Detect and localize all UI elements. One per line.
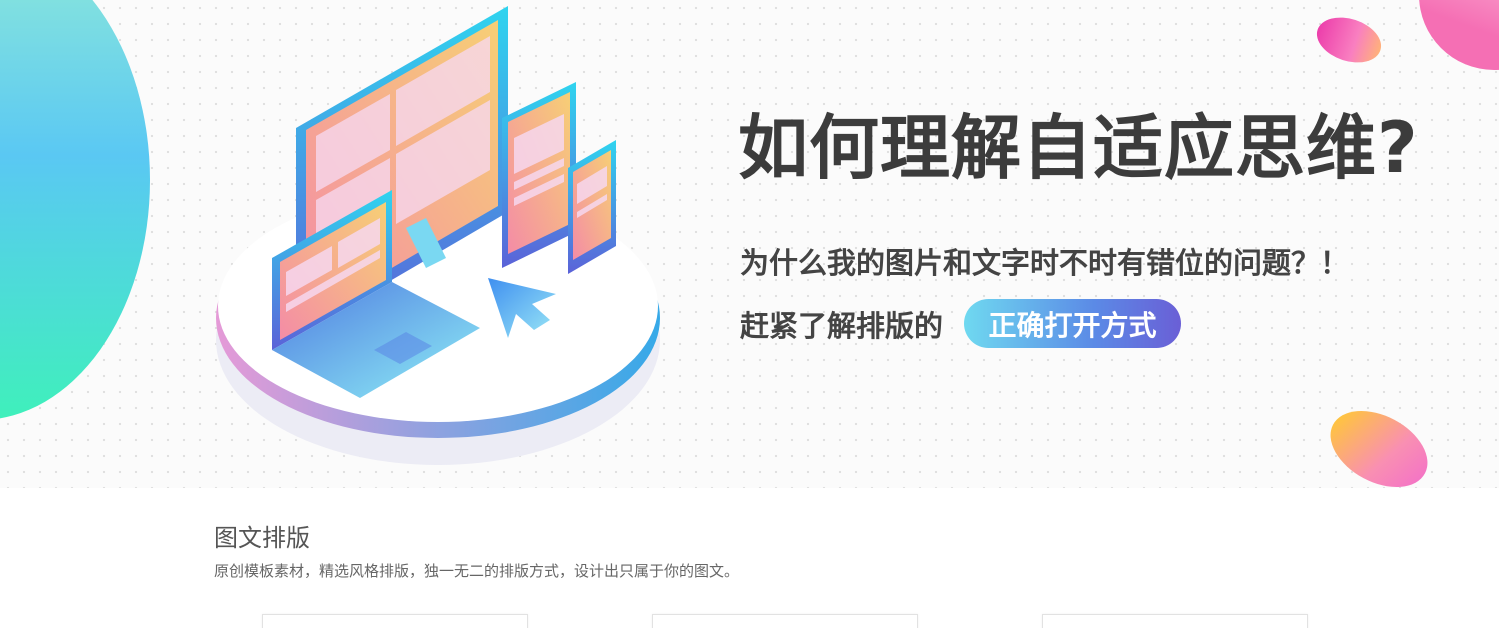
template-card[interactable] bbox=[652, 614, 918, 628]
section-description: 原创模板素材，精选风格排版，独一无二的排版方式，设计出只属于你的图文。 bbox=[214, 562, 740, 580]
decorative-blob-pink bbox=[1311, 9, 1387, 71]
hero-subtitle: 为什么我的图片和文字时不时有错位的问题？！ bbox=[740, 246, 1350, 280]
page: 如何理解自适应思维? 为什么我的图片和文字时不时有错位的问题？！ 赶紧了解排版的… bbox=[0, 0, 1499, 628]
correct-method-button[interactable]: 正确打开方式 bbox=[964, 299, 1181, 348]
responsive-devices-illustration bbox=[216, 6, 660, 465]
decorative-blob-left bbox=[0, 0, 150, 420]
decorative-blob-orange bbox=[1317, 395, 1441, 488]
section-title: 图文排版 bbox=[214, 524, 310, 552]
template-card[interactable] bbox=[1042, 614, 1308, 628]
decorative-blob-top-right bbox=[1419, 0, 1499, 70]
hero-banner: 如何理解自适应思维? 为什么我的图片和文字时不时有错位的问题？！ 赶紧了解排版的… bbox=[0, 0, 1499, 488]
hero-cta-prefix: 赶紧了解排版的 bbox=[740, 309, 944, 343]
hero-title: 如何理解自适应思维? bbox=[738, 107, 1419, 189]
template-card[interactable] bbox=[262, 614, 528, 628]
